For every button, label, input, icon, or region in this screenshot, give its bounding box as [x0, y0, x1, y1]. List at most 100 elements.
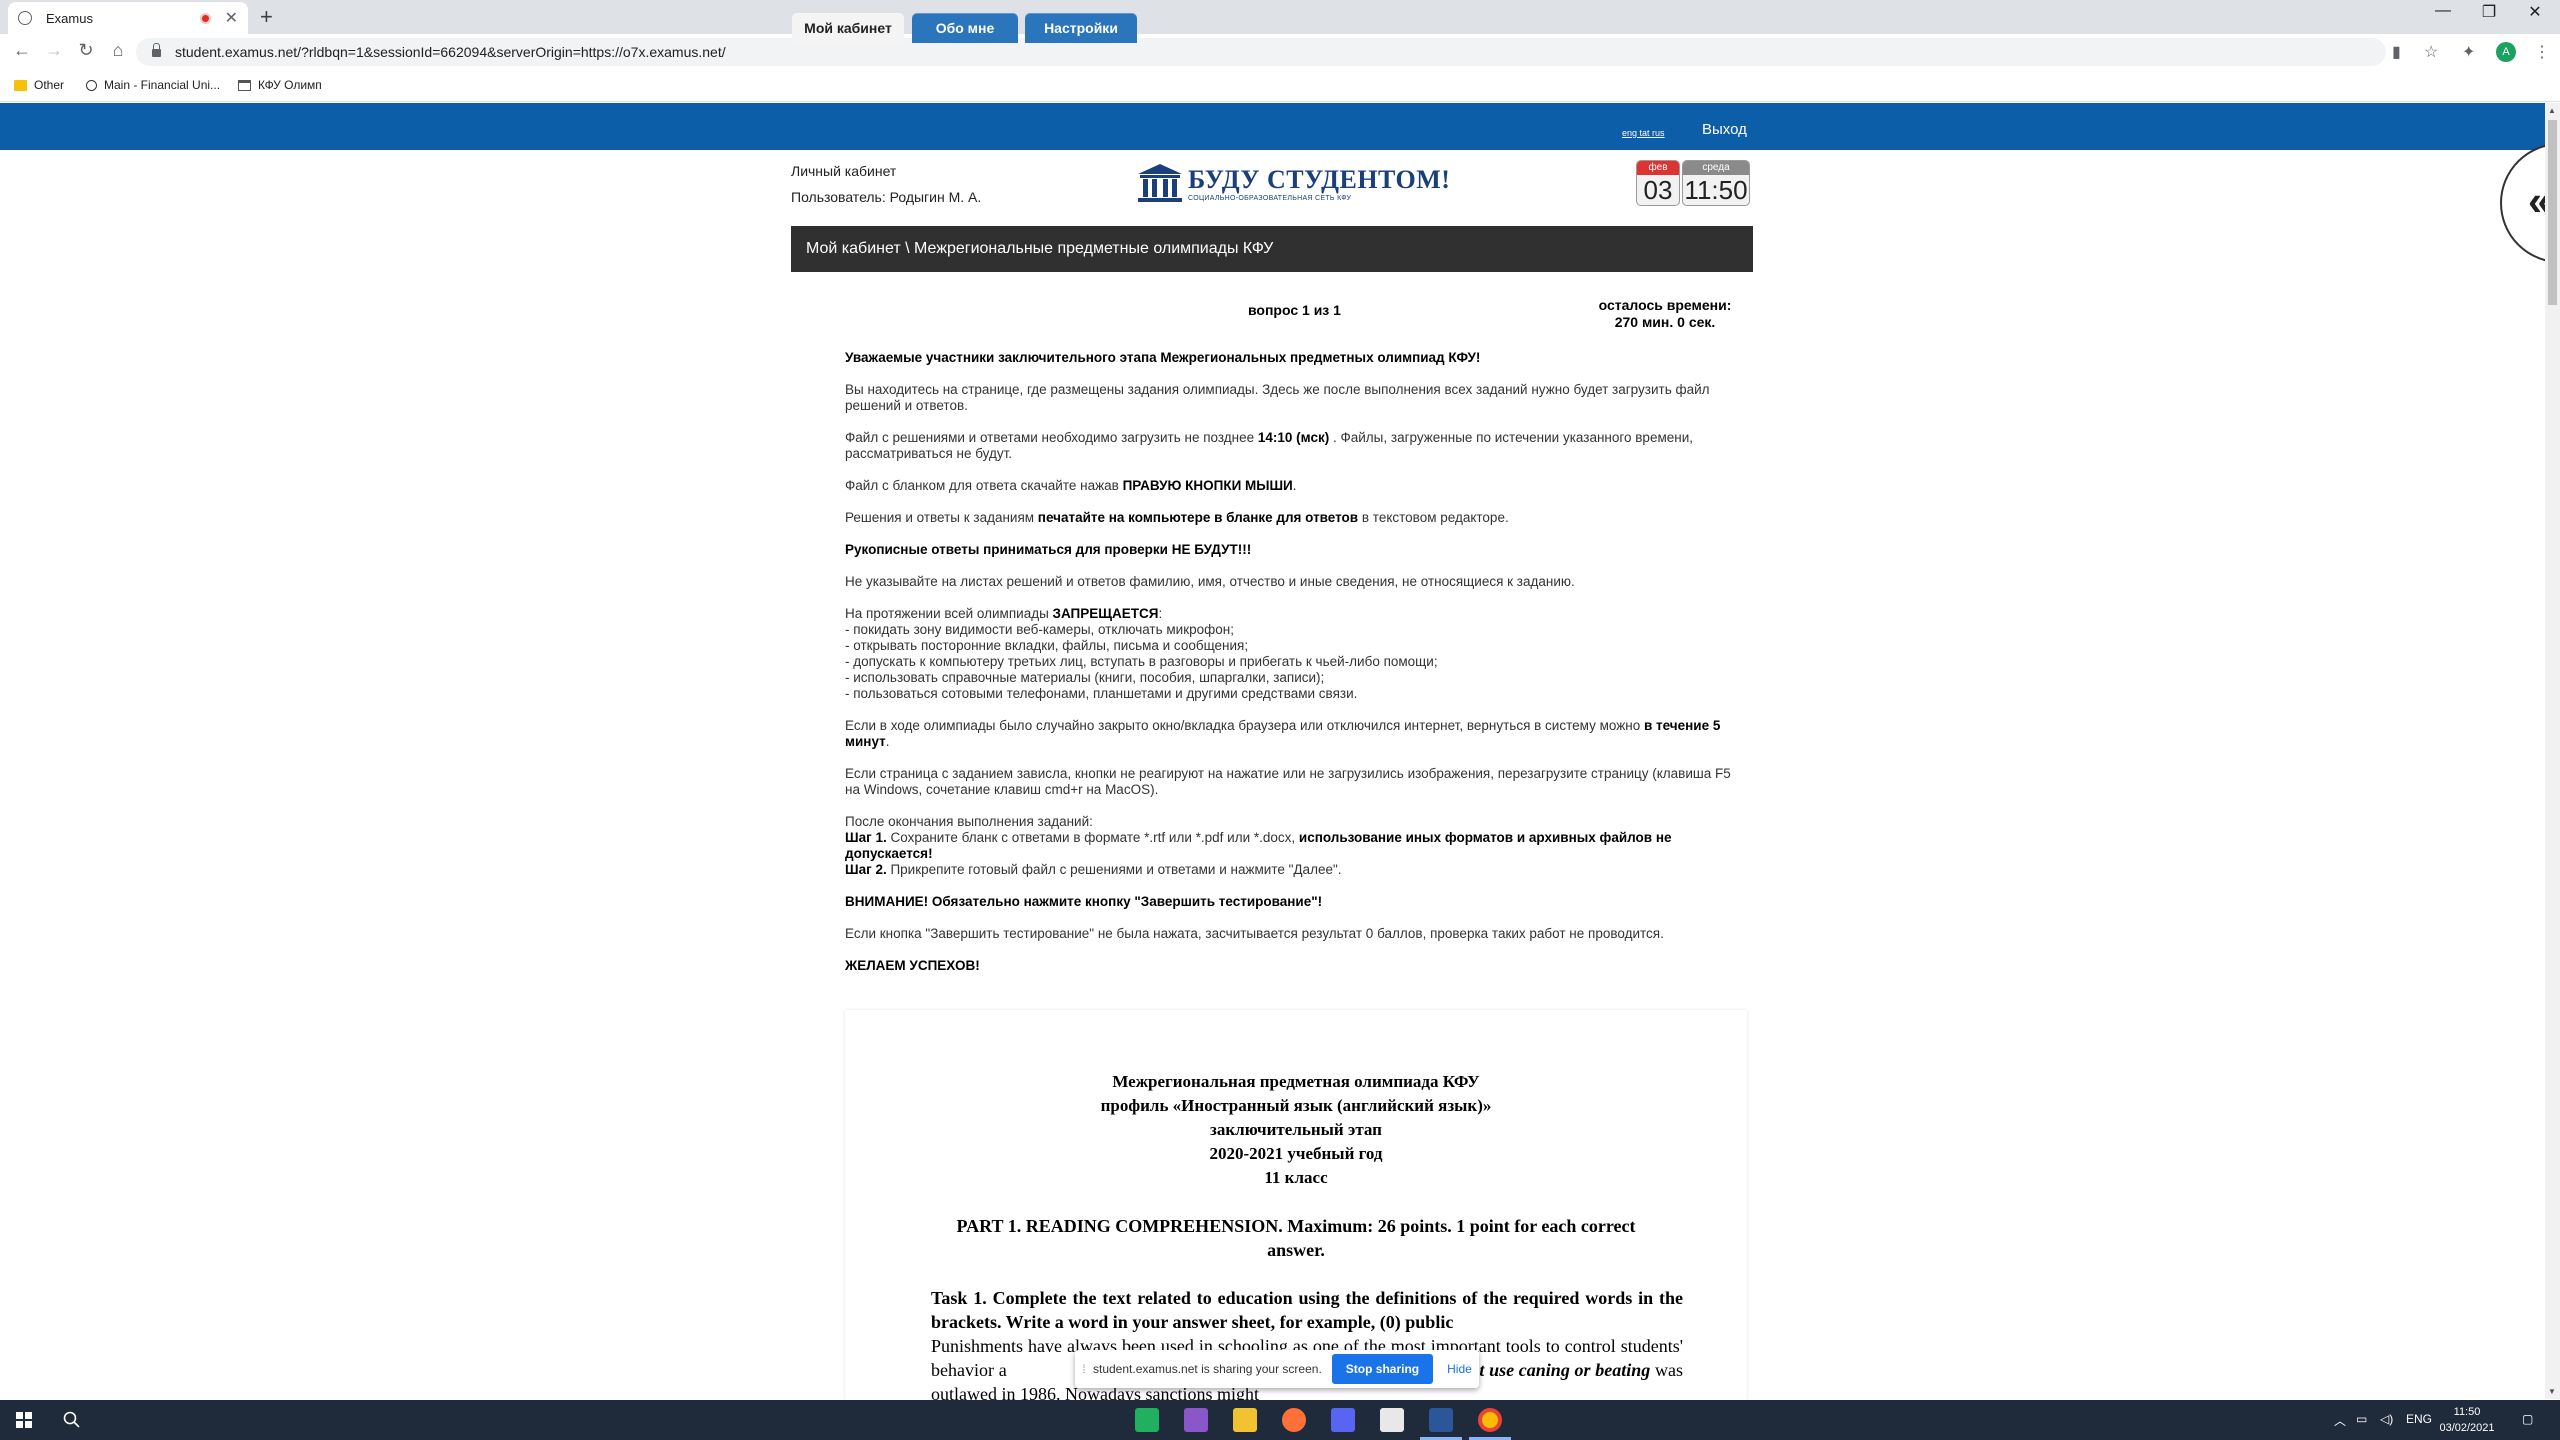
- time-remaining: осталось времени: 270 мин. 0 сек.: [1560, 297, 1770, 331]
- scroll-down-icon[interactable]: ▼: [2548, 1387, 2556, 1396]
- site-logo[interactable]: БУДУ СТУДЕНТОМ! СОЦИАЛЬНО-ОБРАЗОВАТЕЛЬНА…: [1136, 162, 1450, 204]
- bookmark-kfu[interactable]: КФУ Олимп: [238, 78, 322, 92]
- time-remaining-value: 270 мин. 0 сек.: [1614, 314, 1716, 330]
- doc-heading-line: 11 класс: [1264, 1168, 1328, 1187]
- doc-heading-line: профиль «Иностранный язык (английский яз…: [1100, 1096, 1492, 1115]
- back-icon[interactable]: ←: [10, 40, 34, 61]
- notepad-icon[interactable]: [1380, 1408, 1404, 1432]
- profile-avatar[interactable]: A: [2496, 42, 2516, 62]
- close-window-icon[interactable]: ✕: [2512, 2, 2558, 22]
- greeting: Уважаемые участники заключительного этап…: [845, 350, 1481, 365]
- word-icon[interactable]: [1429, 1408, 1453, 1432]
- doc-heading-line: заключительный этап: [1210, 1120, 1382, 1139]
- scroll-up-icon[interactable]: ▲: [2548, 106, 2556, 115]
- browser-tabstrip: Examus ✕ + — ❐ ✕: [0, 0, 2560, 34]
- system-clock[interactable]: 11:50 03/02/2021: [2432, 1404, 2502, 1436]
- weekday-label: среда: [1683, 161, 1749, 175]
- scrollbar[interactable]: ▲ ▼: [2545, 103, 2560, 1399]
- instruction-p6: Не указывайте на листах решений и ответо…: [845, 574, 1575, 589]
- minimize-icon[interactable]: —: [2420, 2, 2466, 20]
- question-counter: вопрос 1 из 1: [1248, 302, 1341, 318]
- drag-handle-icon[interactable]: ⁞: [1075, 1362, 1093, 1376]
- ban-item: - использовать справочные материалы (кни…: [845, 670, 1325, 685]
- discord-icon[interactable]: [1331, 1408, 1355, 1432]
- browser-tab[interactable]: Examus ✕: [8, 2, 248, 34]
- date-widget: фев 03: [1636, 160, 1680, 206]
- instruction-bans: На протяжении всей олимпиады ЗАПРЕЩАЕТСЯ…: [845, 606, 1438, 701]
- hide-button[interactable]: Hide: [1447, 1362, 1472, 1376]
- bookmark-main-financial[interactable]: Main - Financial Uni...: [86, 78, 220, 92]
- camera-icon[interactable]: ▮: [2392, 42, 2401, 62]
- instruction-p5: Рукописные ответы приниматься для провер…: [845, 542, 1252, 557]
- close-tab-icon[interactable]: ✕: [225, 8, 238, 28]
- reload-icon[interactable]: ↻: [74, 40, 98, 61]
- tray-chevron-icon[interactable]: ︿: [2334, 1412, 2346, 1429]
- day-value: 03: [1643, 175, 1673, 205]
- stop-sharing-button[interactable]: Stop sharing: [1331, 1354, 1434, 1384]
- search-icon[interactable]: [62, 1410, 82, 1430]
- ban-item: - допускать к компьютеру третьих лиц, вс…: [845, 654, 1438, 669]
- task-document: Межрегиональная предметная олимпиада КФУ…: [845, 1010, 1747, 1404]
- user-label: Пользователь: Родыгин М. А.: [791, 189, 982, 205]
- ban-item: - открывать посторонние вкладки, файлы, …: [845, 638, 1249, 653]
- globe-icon: [18, 11, 32, 25]
- windows-start-icon[interactable]: [16, 1412, 32, 1428]
- tab-my-cabinet[interactable]: Мой кабинет: [792, 13, 904, 43]
- menu-icon[interactable]: ⋮: [2534, 42, 2550, 62]
- doc-task-title: Task 1. Complete the text related to edu…: [931, 1288, 1683, 1332]
- scrollbar-thumb[interactable]: [2548, 120, 2557, 305]
- forward-icon[interactable]: →: [42, 40, 66, 61]
- chrome-icon[interactable]: [1478, 1408, 1502, 1432]
- instruction-p11: Если кнопка "Завершить тестирование" не …: [845, 926, 1664, 941]
- ban-item: - покидать зону видимости веб-камеры, от…: [845, 622, 1234, 637]
- logo-title: БУДУ СТУДЕНТОМ!: [1188, 164, 1451, 194]
- instruction-p4: Решения и ответы к заданиям печатайте на…: [845, 510, 1509, 525]
- bookmarks-bar: Other Main - Financial Uni... КФУ Олимп: [0, 70, 2560, 102]
- home-icon[interactable]: ⌂: [106, 40, 130, 61]
- share-text: student.examus.net is sharing your scree…: [1093, 1362, 1322, 1376]
- file-explorer-icon[interactable]: [1233, 1408, 1257, 1432]
- recording-icon: [199, 12, 211, 24]
- url-text: student.examus.net/?rldbqn=1&sessionId=6…: [175, 44, 726, 60]
- month-label: фев: [1637, 161, 1679, 175]
- firefox-icon[interactable]: [1282, 1408, 1306, 1432]
- time-remaining-label: осталось времени:: [1598, 297, 1732, 313]
- tab-title: Examus: [46, 10, 93, 26]
- bookmark-star-icon[interactable]: ☆: [2424, 42, 2438, 62]
- browser-toolbar: ← → ↻ ⌂ student.examus.net/?rldbqn=1&ses…: [0, 34, 2560, 70]
- language-indicator[interactable]: ENG: [2406, 1412, 2432, 1426]
- instruction-p1: Вы находитесь на странице, где размещены…: [845, 382, 1710, 413]
- good-luck: ЖЕЛАЕМ УСПЕХОВ!: [845, 958, 980, 973]
- taskbar: ︿ ▭ ◁) ENG 11:50 03/02/2021 ▢: [0, 1400, 2560, 1440]
- phi-icon: [86, 79, 97, 91]
- time-value: 11:50: [1684, 175, 1748, 205]
- bookmark-other[interactable]: Other: [14, 78, 64, 92]
- instruction-steps: После окончания выполнения заданий: Шаг …: [845, 814, 1672, 877]
- tab-about-me[interactable]: Обо мне: [912, 13, 1018, 43]
- instruction-p8: Если в ходе олимпиады было случайно закр…: [845, 718, 1721, 749]
- logo-subtitle: СОЦИАЛЬНО-ОБРАЗОВАТЕЛЬНАЯ СЕТЬ КФУ: [1188, 194, 1352, 202]
- doc-part-title: PART 1. READING COMPREHENSION. Maximum: …: [956, 1216, 1636, 1260]
- network-icon[interactable]: ▭: [2356, 1412, 2367, 1426]
- pycharm-icon[interactable]: [1135, 1408, 1159, 1432]
- doc-heading-line: 2020-2021 учебный год: [1209, 1144, 1383, 1163]
- cabinet-label: Личный кабинет: [791, 163, 897, 179]
- address-bar[interactable]: student.examus.net/?rldbqn=1&sessionId=6…: [136, 38, 2386, 66]
- volume-icon[interactable]: ◁): [2380, 1412, 2393, 1426]
- restore-icon[interactable]: ❐: [2466, 2, 2512, 22]
- logout-link[interactable]: Выход: [1702, 121, 1747, 138]
- visual-studio-icon[interactable]: [1184, 1408, 1208, 1432]
- extensions-icon[interactable]: ✦: [2462, 42, 2475, 62]
- tab-settings[interactable]: Настройки: [1025, 13, 1137, 43]
- instruction-p9: Если страница с заданием зависла, кнопки…: [845, 766, 1731, 797]
- building-icon: [238, 79, 251, 91]
- folder-icon: [14, 79, 27, 91]
- site-topbar: [0, 103, 2560, 150]
- language-switcher[interactable]: eng tat rus: [1622, 128, 1665, 138]
- notifications-icon[interactable]: ▢: [2522, 1412, 2533, 1426]
- ban-item: - пользоваться сотовыми телефонами, план…: [845, 686, 1358, 701]
- instruction-p2: Файл с решениями и ответами необходимо з…: [845, 430, 1693, 461]
- attention-note: ВНИМАНИЕ! Обязательно нажмите кнопку "За…: [845, 894, 1323, 909]
- new-tab-button[interactable]: +: [260, 4, 273, 30]
- instructions: Уважаемые участники заключительного этап…: [845, 350, 1747, 990]
